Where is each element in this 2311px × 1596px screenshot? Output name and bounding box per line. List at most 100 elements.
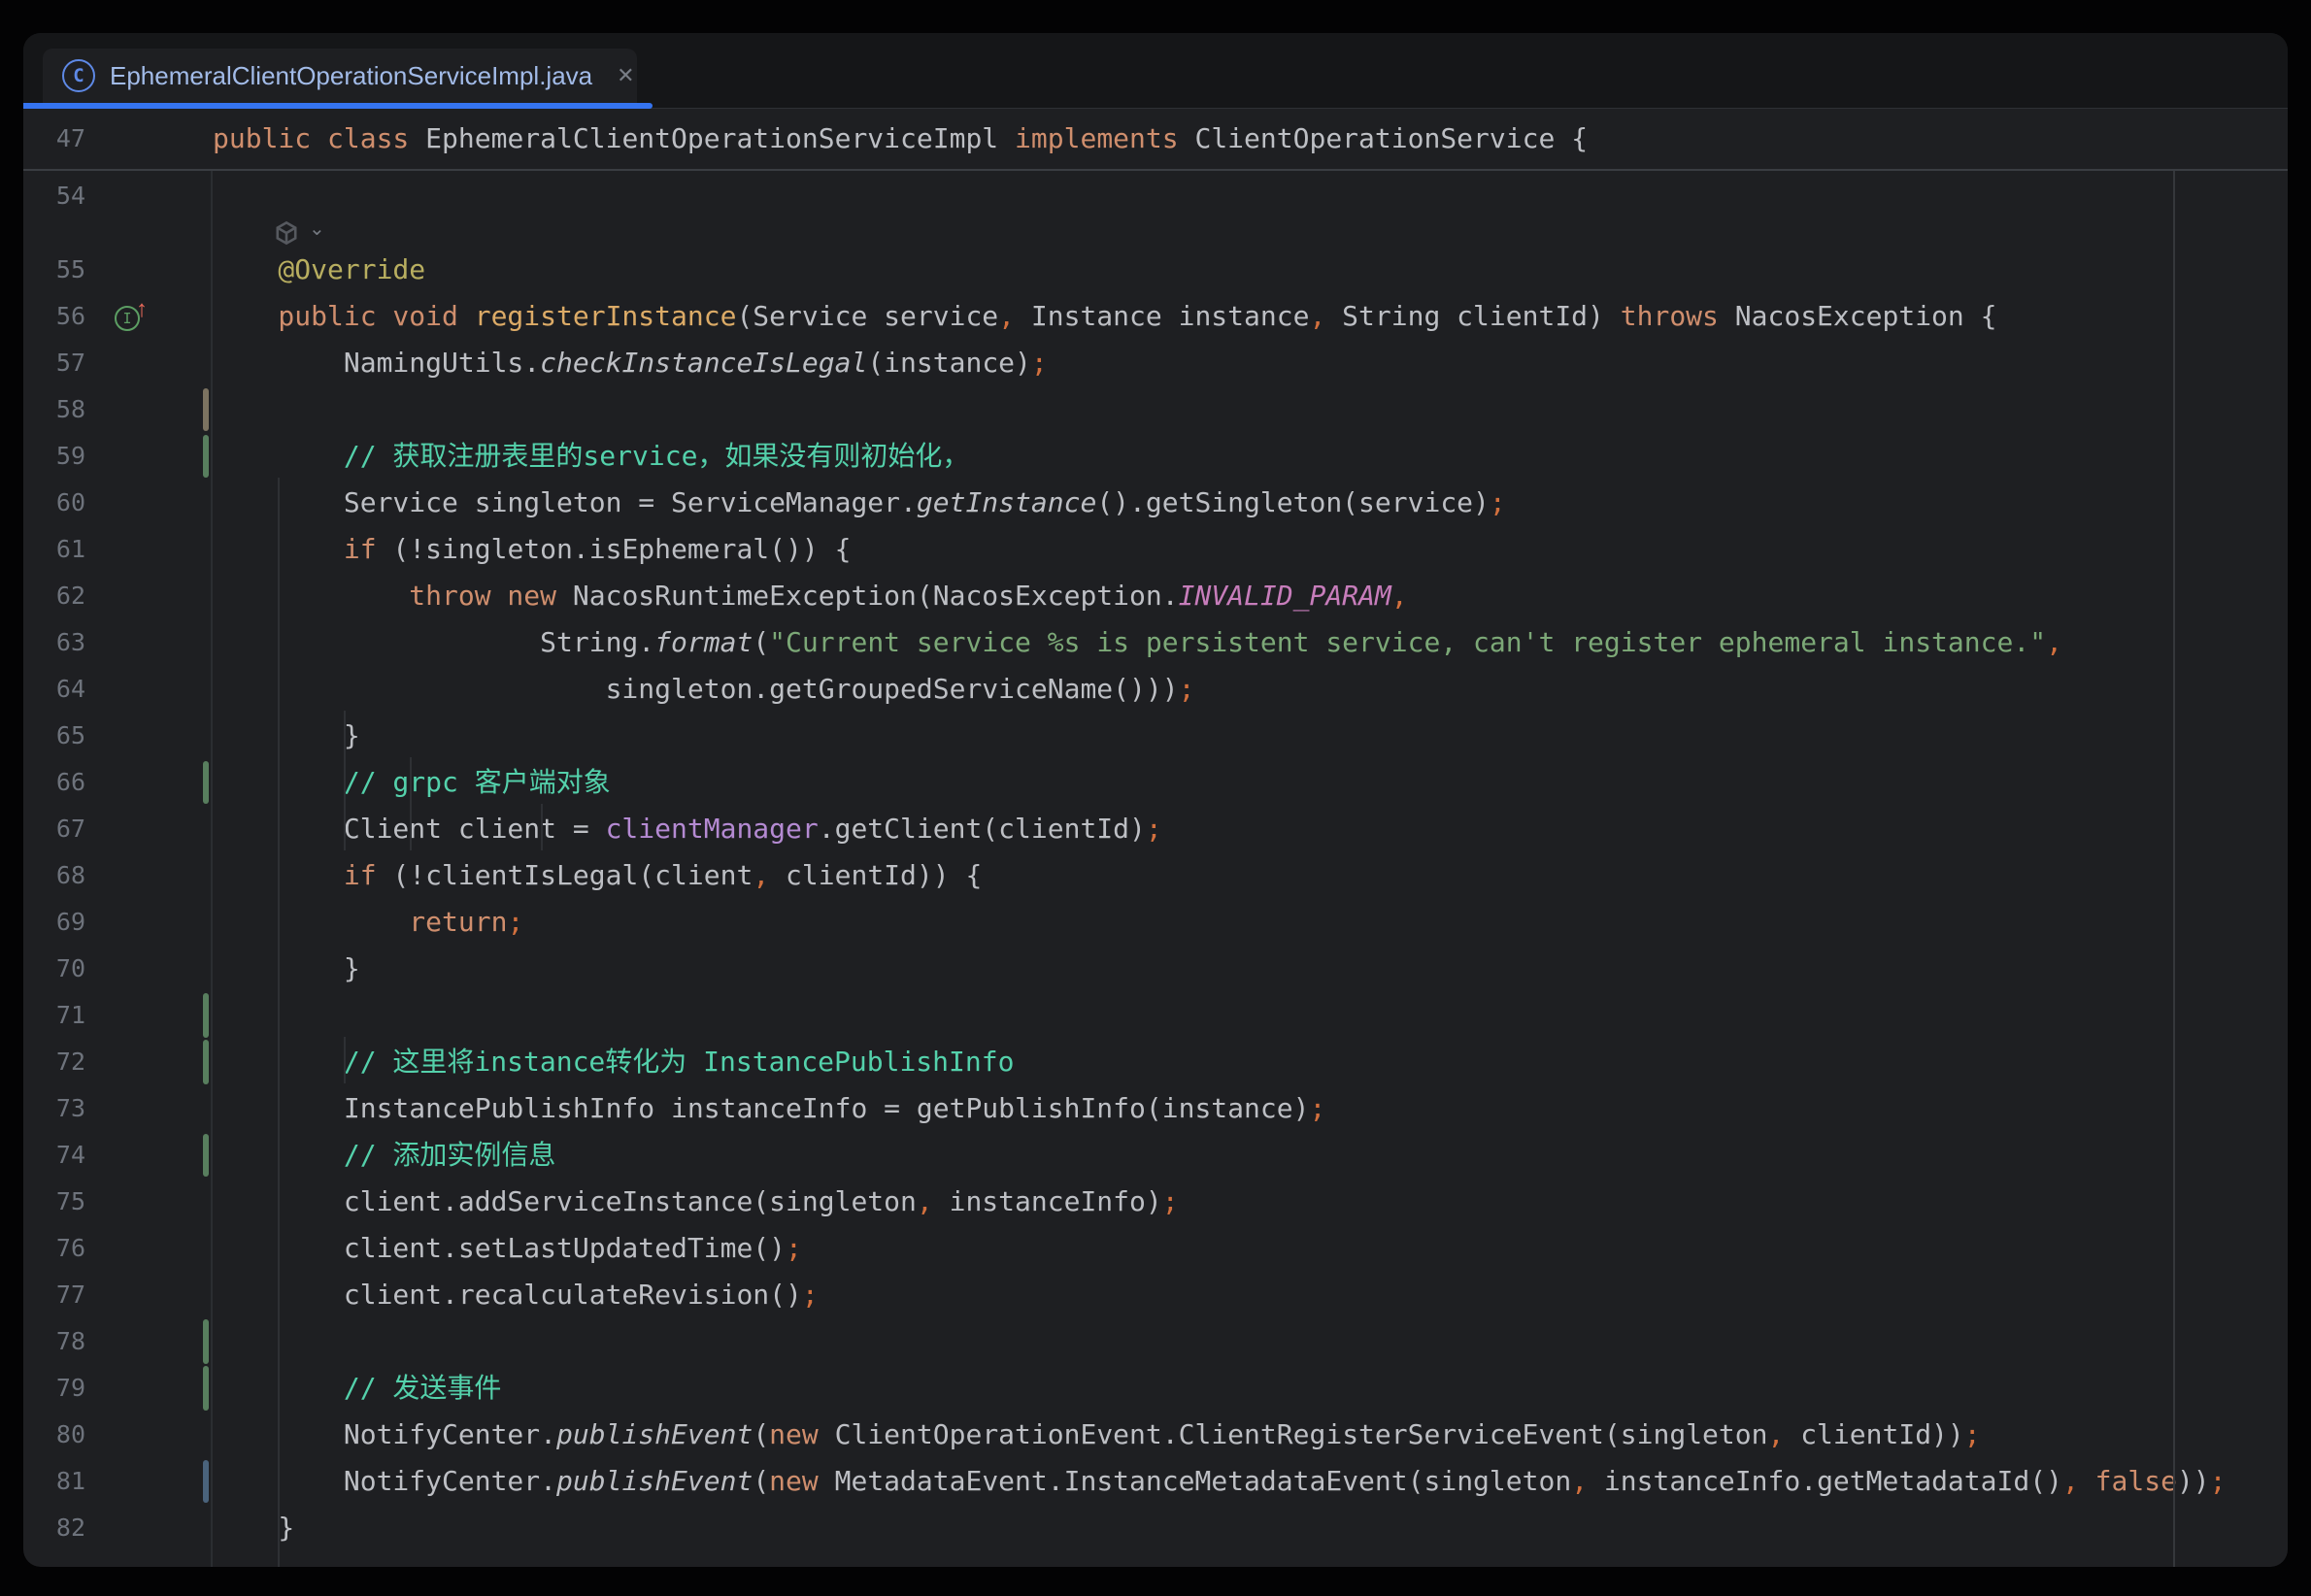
line-number[interactable]: 77 xyxy=(23,1272,85,1318)
line-number[interactable]: 79 xyxy=(23,1365,85,1412)
code-line[interactable]: 65 } xyxy=(23,713,2288,759)
ai-assistant-icon[interactable] xyxy=(274,220,299,246)
line-number[interactable]: 59 xyxy=(23,433,85,480)
vcs-change-marker[interactable] xyxy=(203,1460,209,1503)
line-number[interactable]: 71 xyxy=(23,992,85,1039)
code-text: if (!singleton.isEphemeral()) { xyxy=(213,526,851,573)
code-line[interactable]: 67 Client client = clientManager.getClie… xyxy=(23,806,2288,852)
line-number[interactable]: 55 xyxy=(23,247,85,293)
code-line[interactable]: 74 // 添加实例信息 xyxy=(23,1132,2288,1179)
sticky-class-declaration-line[interactable]: 47 public class EphemeralClientOperation… xyxy=(23,109,2288,171)
code-line[interactable]: 81 NotifyCenter.publishEvent(new Metadat… xyxy=(23,1458,2288,1505)
code-text: Client client = clientManager.getClient(… xyxy=(213,806,1162,852)
vcs-change-marker[interactable] xyxy=(203,388,209,431)
line-number[interactable]: 75 xyxy=(23,1179,85,1225)
code-line[interactable]: 68 if (!clientIsLegal(client, clientId))… xyxy=(23,852,2288,899)
vcs-change-marker[interactable] xyxy=(203,435,209,478)
line-number[interactable]: 70 xyxy=(23,946,85,992)
code-line[interactable]: 58 xyxy=(23,386,2288,433)
code-line[interactable]: 62 throw new NacosRuntimeException(Nacos… xyxy=(23,573,2288,619)
code-line[interactable]: 64 singleton.getGroupedServiceName())); xyxy=(23,666,2288,713)
chevron-down-icon[interactable]: ⌄ xyxy=(309,219,325,239)
code-token: (!clientIsLegal(client xyxy=(377,859,754,891)
code-line[interactable]: 59 // 获取注册表里的service，如果没有则初始化， xyxy=(23,433,2288,480)
code-line[interactable]: 71 xyxy=(23,992,2288,1039)
code-line[interactable]: 76 client.setLastUpdatedTime(); xyxy=(23,1225,2288,1272)
gutter-separator xyxy=(211,109,213,1567)
line-number[interactable]: 80 xyxy=(23,1412,85,1458)
line-number[interactable]: 47 xyxy=(23,109,85,169)
code-text: String.format("Current service %s is per… xyxy=(213,619,2062,666)
ai-assistant-inlay[interactable]: ⌄ xyxy=(274,219,325,247)
line-number[interactable]: 62 xyxy=(23,573,85,619)
line-number[interactable]: 64 xyxy=(23,666,85,713)
line-number[interactable]: 65 xyxy=(23,713,85,759)
line-number[interactable]: 74 xyxy=(23,1132,85,1179)
line-number[interactable]: 81 xyxy=(23,1458,85,1505)
code-token: , xyxy=(753,859,769,891)
vcs-change-marker[interactable] xyxy=(203,1040,209,1084)
editor-code-area[interactable]: 54⌄55 @Override56I↑ public void register… xyxy=(23,173,2288,1551)
code-token: String clientId) xyxy=(1325,300,1620,332)
code-line[interactable]: 56I↑ public void registerInstance(Servic… xyxy=(23,293,2288,340)
code-token: NotifyCenter. xyxy=(213,1465,556,1497)
code-line[interactable]: 79 // 发送事件 xyxy=(23,1365,2288,1412)
line-number[interactable]: 54 xyxy=(23,173,85,219)
vcs-change-marker[interactable] xyxy=(203,1134,209,1177)
line-number[interactable]: 66 xyxy=(23,759,85,806)
implements-method-gutter-icon[interactable]: I↑ xyxy=(115,304,153,331)
ai-inlay-row: ⌄ xyxy=(23,219,2288,247)
code-line[interactable]: 69 return; xyxy=(23,899,2288,946)
code-line[interactable]: 77 client.recalculateRevision(); xyxy=(23,1272,2288,1318)
code-token: , xyxy=(998,300,1015,332)
vcs-change-marker[interactable] xyxy=(203,1366,209,1411)
code-token: ; xyxy=(1490,486,1506,518)
tab-close-icon[interactable]: ✕ xyxy=(617,65,634,86)
code-token: ; xyxy=(1031,347,1048,379)
line-number[interactable]: 69 xyxy=(23,899,85,946)
line-number[interactable]: 78 xyxy=(23,1318,85,1365)
code-token: ClientOperationEvent.ClientRegisterServi… xyxy=(819,1418,1768,1450)
line-number[interactable]: 58 xyxy=(23,386,85,433)
code-line[interactable]: 66 // grpc 客户端对象 xyxy=(23,759,2288,806)
line-number[interactable]: 60 xyxy=(23,480,85,526)
code-token: if xyxy=(213,859,377,891)
code-line[interactable]: 63 String.format("Current service %s is … xyxy=(23,619,2288,666)
code-text: throw new NacosRuntimeException(NacosExc… xyxy=(213,573,1408,619)
code-line[interactable]: 75 client.addServiceInstance(singleton, … xyxy=(23,1179,2288,1225)
code-line[interactable]: 80 NotifyCenter.publishEvent(new ClientO… xyxy=(23,1412,2288,1458)
line-number[interactable]: 67 xyxy=(23,806,85,852)
vcs-change-marker[interactable] xyxy=(203,761,209,804)
line-number[interactable]: 56 xyxy=(23,293,85,340)
code-token: } xyxy=(213,719,360,751)
code-text: NamingUtils.checkInstanceIsLegal(instanc… xyxy=(213,340,1048,386)
code-line[interactable]: 70 } xyxy=(23,946,2288,992)
code-line[interactable]: 55 @Override xyxy=(23,247,2288,293)
code-line[interactable]: 73 InstancePublishInfo instanceInfo = ge… xyxy=(23,1085,2288,1132)
line-number[interactable]: 61 xyxy=(23,526,85,573)
code-line[interactable]: 82 } xyxy=(23,1505,2288,1551)
vcs-change-marker[interactable] xyxy=(203,993,209,1038)
line-number[interactable]: 82 xyxy=(23,1505,85,1551)
code-line[interactable]: 60 Service singleton = ServiceManager.ge… xyxy=(23,480,2288,526)
code-token: ; xyxy=(507,906,523,938)
line-number[interactable]: 73 xyxy=(23,1085,85,1132)
code-line[interactable]: 57 NamingUtils.checkInstanceIsLegal(inst… xyxy=(23,340,2288,386)
vcs-change-marker[interactable] xyxy=(203,1319,209,1364)
code-text: } xyxy=(213,1505,294,1551)
code-line[interactable]: 61 if (!singleton.isEphemeral()) { xyxy=(23,526,2288,573)
code-line[interactable]: 54 xyxy=(23,173,2288,219)
code-line[interactable]: 72 // 这里将instance转化为 InstancePublishInfo xyxy=(23,1039,2288,1085)
line-number[interactable]: 76 xyxy=(23,1225,85,1272)
code-token: , xyxy=(2046,626,2062,658)
code-token: NacosException { xyxy=(1719,300,1997,332)
code-line[interactable]: 78 xyxy=(23,1318,2288,1365)
code-text: client.addServiceInstance(singleton, ins… xyxy=(213,1179,1179,1225)
code-token: ; xyxy=(1162,1185,1179,1217)
line-number[interactable]: 63 xyxy=(23,619,85,666)
line-number[interactable]: 57 xyxy=(23,340,85,386)
editor-tab[interactable]: C EphemeralClientOperationServiceImpl.ja… xyxy=(43,49,637,103)
code-token: public void xyxy=(213,300,475,332)
line-number[interactable]: 72 xyxy=(23,1039,85,1085)
line-number[interactable]: 68 xyxy=(23,852,85,899)
